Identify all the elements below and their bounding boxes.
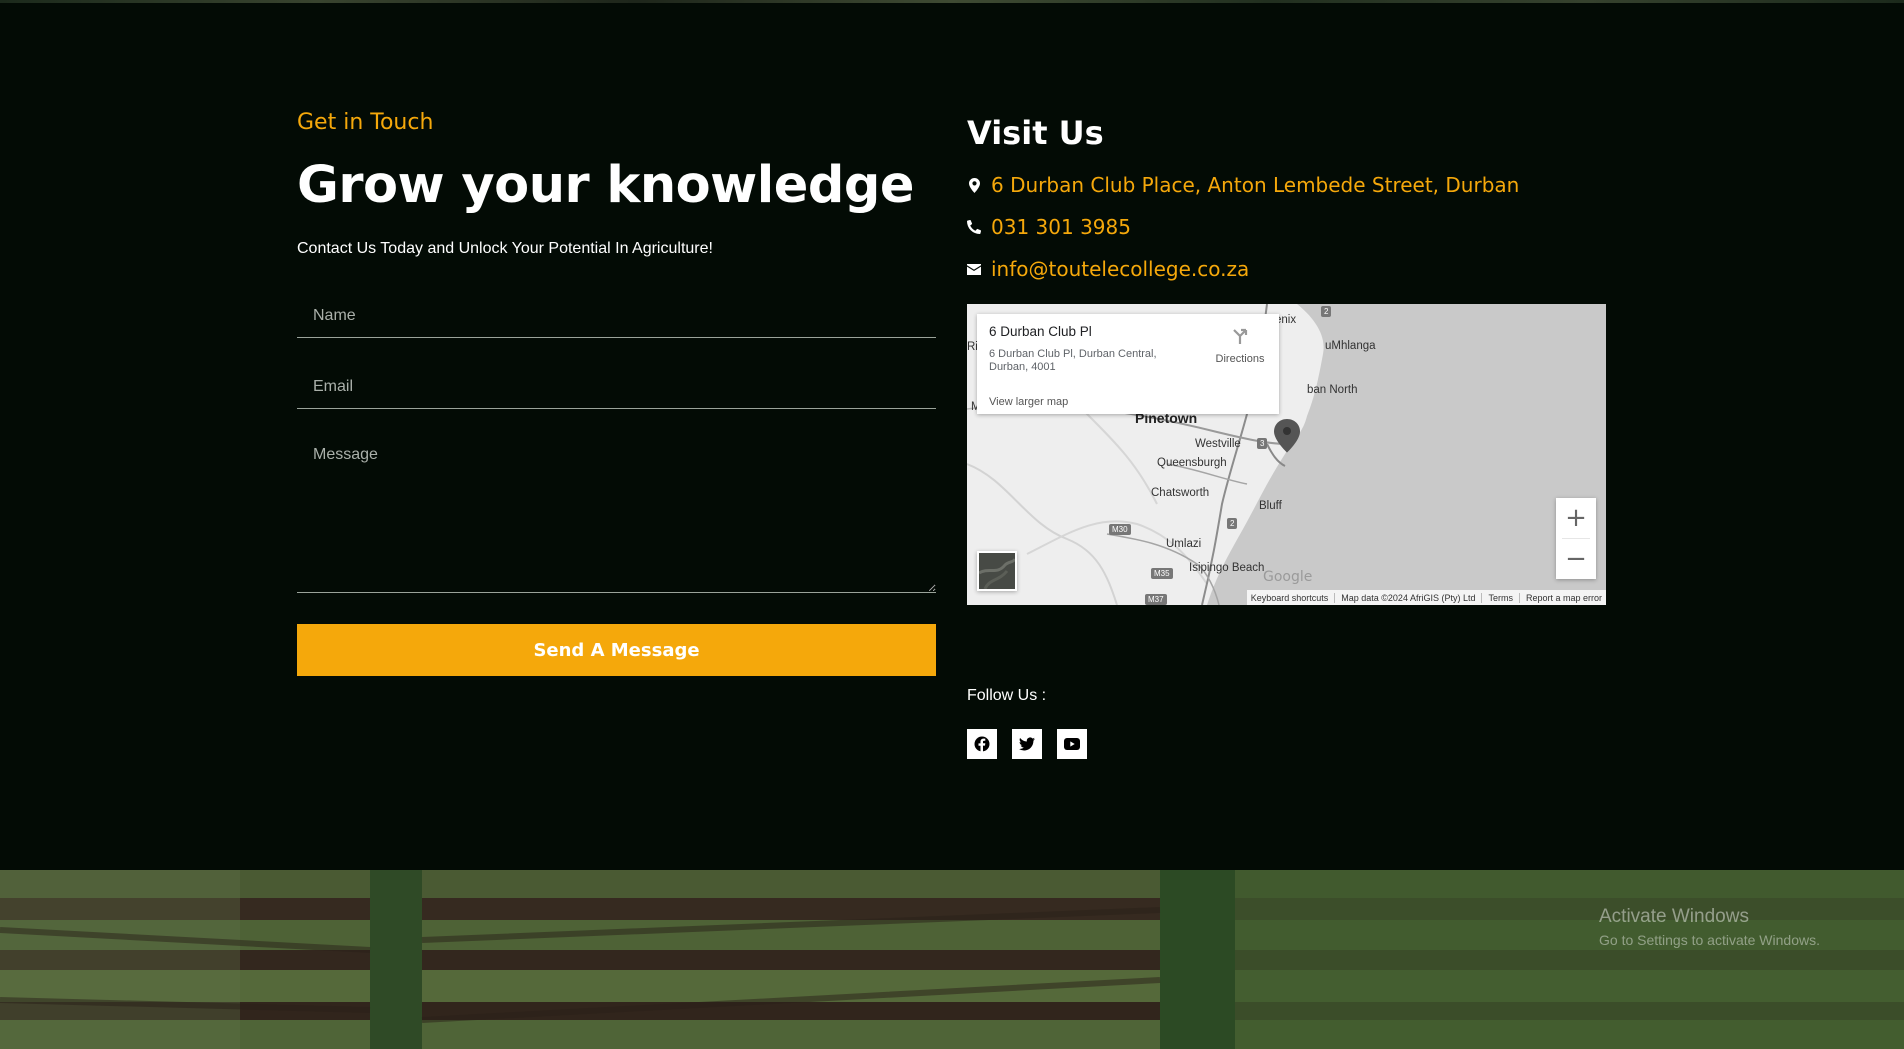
facebook-button[interactable]	[967, 729, 997, 759]
route-badge: M30	[1109, 524, 1131, 535]
map-place-label: Chatsworth	[1151, 487, 1210, 499]
email-link[interactable]: info@toutelecollege.co.za	[991, 257, 1249, 281]
email-field	[297, 365, 936, 409]
name-field	[297, 294, 936, 338]
map-place-label: Bluff	[1259, 500, 1282, 512]
route-badge: M35	[1151, 568, 1173, 579]
youtube-icon	[1064, 738, 1080, 750]
route-badge: 2	[1321, 306, 1332, 317]
phone-link[interactable]: 031 301 3985	[991, 215, 1131, 239]
satellite-thumbnail-icon	[978, 553, 1017, 590]
google-logo: Google	[1263, 569, 1313, 585]
map-place-label: ban North	[1307, 384, 1358, 396]
map-card-title: 6 Durban Club Pl	[989, 324, 1092, 339]
map-card-address: 6 Durban Club Pl, Durban Central, Durban…	[989, 348, 1157, 373]
map-attribution-bar: Keyboard shortcuts Map data ©2024 AfriGI…	[1246, 590, 1606, 605]
map-pin-icon	[967, 177, 981, 193]
route-badge: 3	[1257, 438, 1268, 449]
address-row: 6 Durban Club Place, Anton Lembede Stree…	[967, 173, 1519, 197]
youtube-button[interactable]	[1057, 729, 1087, 759]
map-place-label: Queensburgh	[1157, 457, 1227, 469]
follow-us-label: Follow Us :	[967, 687, 1047, 704]
route-badge: M37	[1145, 594, 1167, 605]
directions-icon	[1233, 328, 1248, 344]
map-info-card: 6 Durban Club Pl 6 Durban Club Pl, Durba…	[977, 314, 1279, 414]
report-map-error-link[interactable]: Report a map error	[1526, 593, 1602, 603]
contact-section	[0, 3, 1904, 870]
crop-field-image	[0, 870, 1904, 1049]
keyboard-shortcuts-link[interactable]: Keyboard shortcuts	[1251, 593, 1329, 603]
map-place-label: Westville	[1195, 438, 1241, 450]
message-input[interactable]	[297, 435, 936, 592]
terms-link[interactable]: Terms	[1488, 593, 1513, 603]
phone-icon	[967, 220, 981, 234]
name-input[interactable]	[297, 294, 936, 337]
envelope-icon	[967, 262, 981, 276]
map-place-label: Isipingo Beach	[1189, 562, 1265, 574]
address-link[interactable]: 6 Durban Club Place, Anton Lembede Stree…	[991, 173, 1519, 197]
section-heading: Grow your knowledge	[297, 156, 914, 215]
twitter-icon	[1019, 737, 1035, 751]
crop-field-illustration	[0, 870, 1904, 1049]
attribution-divider	[1334, 592, 1336, 603]
map-zoom-control: + −	[1556, 498, 1596, 579]
directions-label: Directions	[1215, 353, 1265, 365]
attribution-divider	[1518, 592, 1520, 603]
email-input[interactable]	[297, 365, 936, 408]
email-row: info@toutelecollege.co.za	[967, 257, 1249, 281]
google-map[interactable]: enix uMhlanga ban North Pinetown Westvil…	[967, 304, 1606, 605]
map-data-credit: Map data ©2024 AfriGIS (Pty) Ltd	[1341, 592, 1476, 603]
section-eyebrow: Get in Touch	[297, 110, 434, 135]
satellite-toggle-button[interactable]	[977, 551, 1017, 591]
attribution-divider	[1481, 592, 1483, 603]
windows-watermark-title: Activate Windows	[1599, 906, 1749, 927]
windows-watermark-subtitle: Go to Settings to activate Windows.	[1599, 932, 1820, 948]
map-place-label: Umlazi	[1166, 538, 1202, 550]
zoom-out-button[interactable]: −	[1556, 539, 1596, 579]
message-field	[297, 435, 936, 593]
section-subtitle: Contact Us Today and Unlock Your Potenti…	[297, 240, 713, 257]
view-larger-map-link[interactable]: View larger map	[989, 396, 1068, 408]
phone-row: 031 301 3985	[967, 215, 1131, 239]
zoom-in-button[interactable]: +	[1556, 498, 1596, 538]
send-message-button[interactable]: Send A Message	[297, 624, 936, 676]
twitter-button[interactable]	[1012, 729, 1042, 759]
facebook-icon	[974, 736, 990, 752]
map-place-label: uMhlanga	[1325, 340, 1376, 352]
visit-us-title: Visit Us	[967, 114, 1104, 152]
directions-button[interactable]: Directions	[1207, 326, 1273, 365]
route-badge: 2	[1227, 518, 1238, 529]
